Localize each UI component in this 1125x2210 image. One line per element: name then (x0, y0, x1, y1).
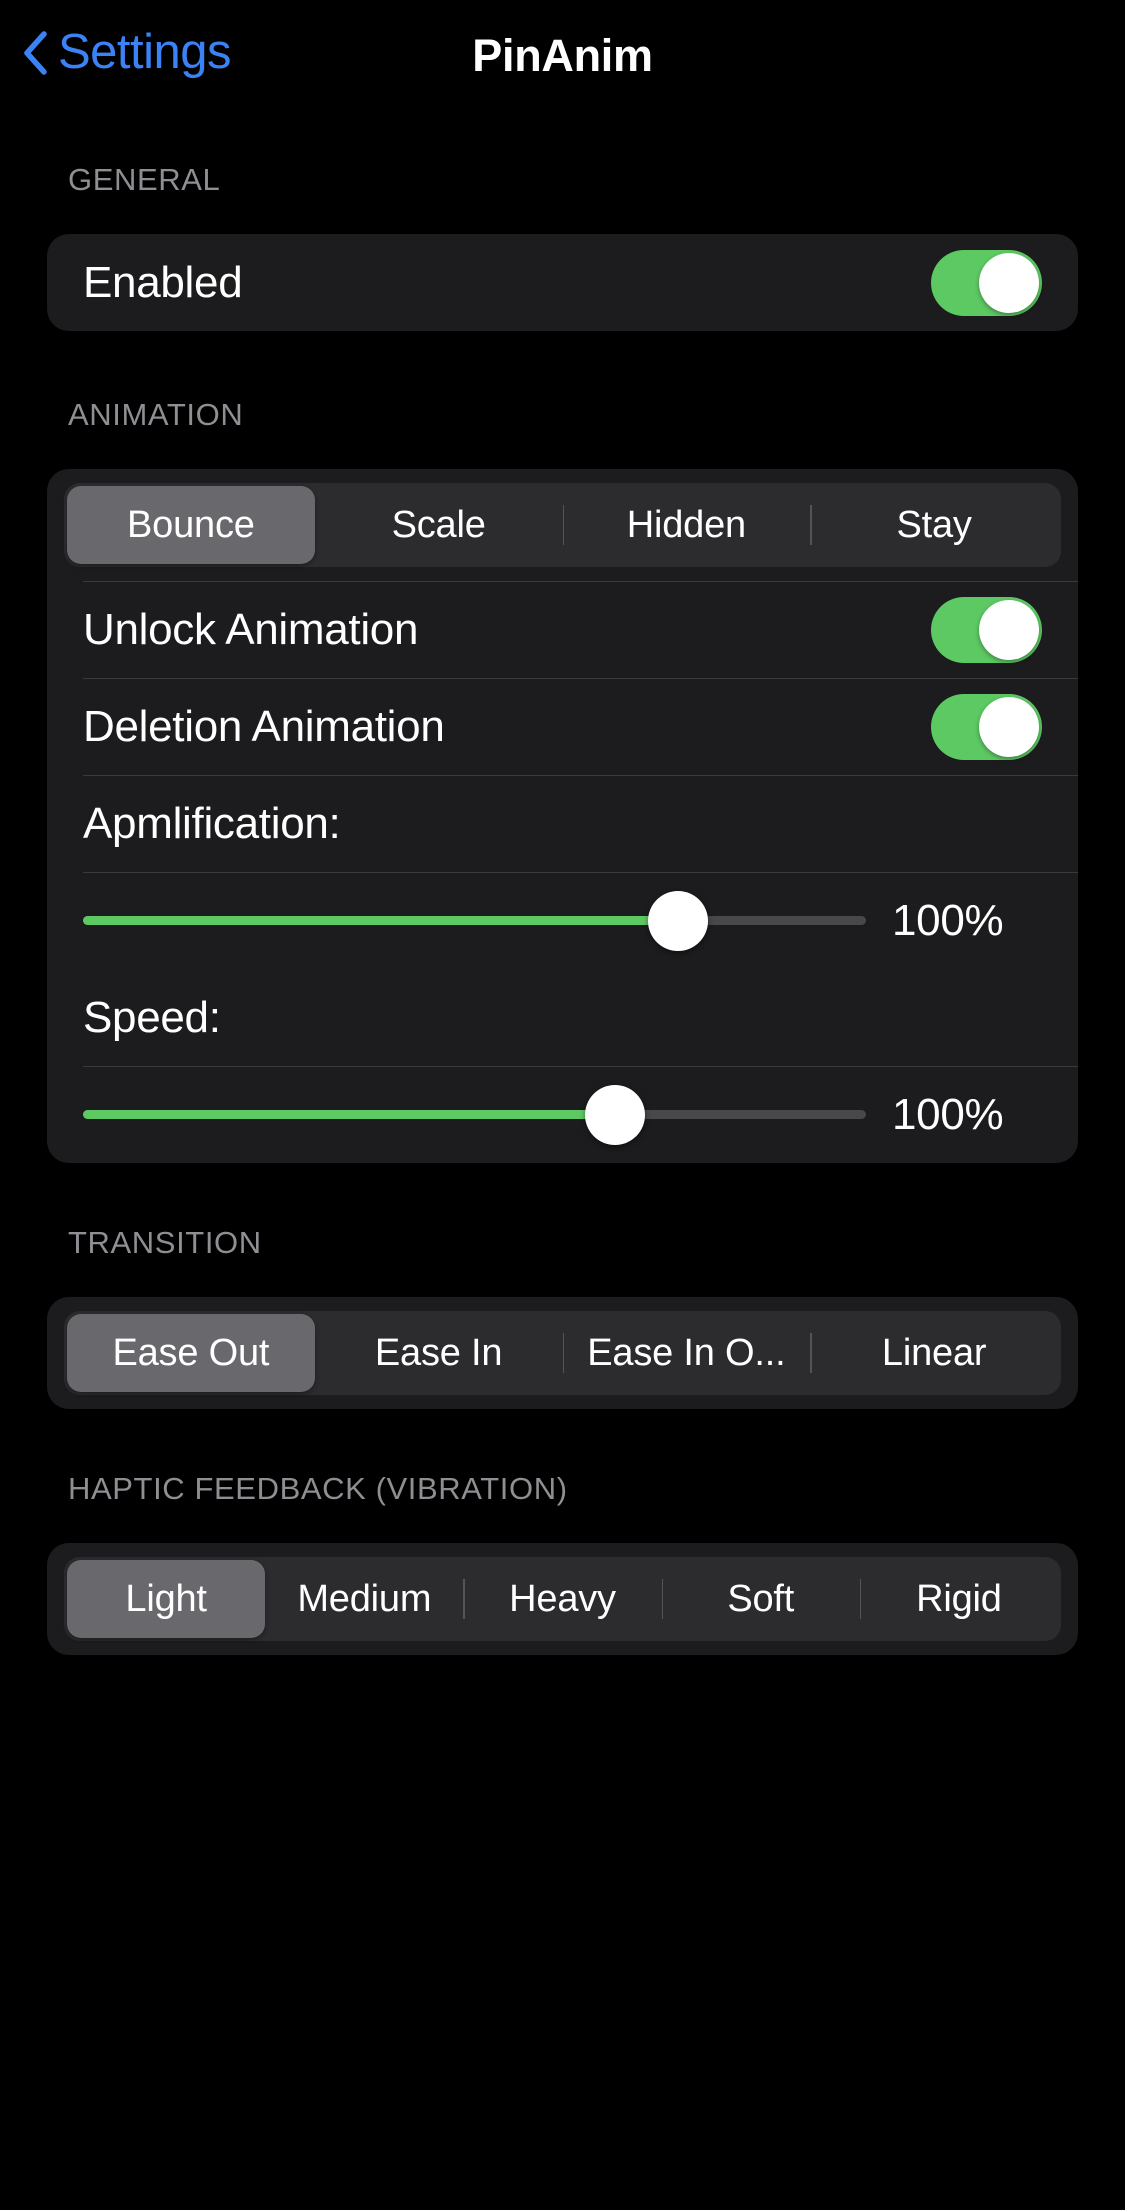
segment-divider (810, 1333, 812, 1373)
slider-amplification[interactable] (83, 890, 866, 951)
general-card: Enabled (47, 234, 1078, 331)
segment-label: Ease Out (112, 1331, 270, 1374)
transition-segmented-control[interactable]: Ease Out Ease In Ease In O... Linear (64, 1311, 1061, 1395)
animation-style-segmented-control[interactable]: Bounce Scale Hidden Stay (64, 483, 1061, 567)
toggle-enabled[interactable] (931, 249, 1042, 316)
segment-medium[interactable]: Medium (265, 1560, 463, 1638)
segment-label: Hidden (626, 503, 746, 546)
page-title: PinAnim (472, 30, 653, 81)
segment-heavy[interactable]: Heavy (463, 1560, 661, 1638)
segment-divider (859, 1579, 862, 1619)
haptic-card: Light Medium Heavy Soft Rigid (47, 1543, 1078, 1655)
slider-track-fill (83, 916, 679, 925)
transition-card: Ease Out Ease In Ease In O... Linear (47, 1297, 1078, 1409)
segment-ease-out[interactable]: Ease Out (67, 1314, 315, 1392)
animation-card: Bounce Scale Hidden Stay Unlock Animatio… (47, 469, 1078, 1163)
segment-label: Rigid (916, 1577, 1002, 1620)
segment-label: Scale (391, 503, 486, 546)
row-label-enabled: Enabled (83, 257, 243, 307)
slider-value-amplification: 100% (892, 895, 1004, 945)
transition-segmented-wrap: Ease Out Ease In Ease In O... Linear (47, 1297, 1078, 1409)
row-label-speed: Speed: (83, 992, 221, 1042)
row-label-amplification: Apmlification: (83, 798, 341, 848)
segment-divider (810, 505, 812, 545)
section-header-haptic: HAPTIC FEEDBACK (VIBRATION) (68, 1471, 568, 1506)
slider-thumb[interactable] (585, 1084, 646, 1145)
segment-rigid[interactable]: Rigid (859, 1560, 1058, 1638)
segment-divider (661, 1579, 664, 1619)
segment-label: Soft (727, 1577, 795, 1620)
toggle-knob (979, 252, 1039, 313)
segment-stay[interactable]: Stay (810, 486, 1058, 564)
segment-hidden[interactable]: Hidden (562, 486, 811, 564)
slider-value-speed: 100% (892, 1089, 1004, 1139)
haptic-segmented-wrap: Light Medium Heavy Soft Rigid (47, 1543, 1078, 1655)
segment-ease-in-out[interactable]: Ease In O... (562, 1314, 811, 1392)
segment-label: Bounce (127, 503, 255, 546)
segment-linear[interactable]: Linear (810, 1314, 1058, 1392)
segment-scale[interactable]: Scale (315, 486, 563, 564)
section-header-animation: ANIMATION (68, 397, 244, 432)
segment-label: Linear (881, 1331, 987, 1374)
segment-divider (463, 1579, 465, 1619)
toggle-deletion-animation[interactable] (931, 693, 1042, 760)
settings-content: GENERAL Enabled ANIMATION Bounce Scale H… (0, 118, 1125, 1655)
settings-screen: Settings PinAnim GENERAL Enabled ANIMATI… (0, 0, 1125, 2210)
slider-thumb[interactable] (648, 890, 709, 951)
toggle-knob (979, 696, 1039, 757)
navigation-bar: Settings PinAnim (0, 0, 1125, 118)
section-header-general: GENERAL (68, 162, 221, 197)
segment-label: Heavy (509, 1577, 616, 1620)
slider-track-fill (83, 1110, 616, 1119)
segment-light[interactable]: Light (67, 1560, 266, 1638)
row-speed-slider: 100% (47, 1066, 1078, 1163)
segment-label: Ease In (374, 1331, 503, 1374)
slider-speed[interactable] (83, 1084, 866, 1145)
toggle-knob (979, 599, 1039, 660)
row-amplification-slider: 100% (47, 872, 1078, 969)
segment-soft[interactable]: Soft (661, 1560, 860, 1638)
row-amplification-label: Apmlification: (47, 775, 1078, 872)
segment-ease-in[interactable]: Ease In (315, 1314, 563, 1392)
animation-style-segmented-wrap: Bounce Scale Hidden Stay (47, 469, 1078, 581)
segment-label: Ease In O... (587, 1331, 786, 1374)
row-label-unlock-animation: Unlock Animation (83, 604, 419, 654)
haptic-segmented-control[interactable]: Light Medium Heavy Soft Rigid (64, 1557, 1061, 1641)
segment-divider (562, 505, 564, 545)
row-deletion-animation[interactable]: Deletion Animation (47, 678, 1078, 775)
segment-bounce[interactable]: Bounce (67, 486, 315, 564)
row-speed-label: Speed: (47, 969, 1078, 1066)
row-enabled[interactable]: Enabled (47, 234, 1078, 331)
segment-label: Stay (896, 503, 972, 546)
toggle-unlock-animation[interactable] (931, 596, 1042, 663)
row-label-deletion-animation: Deletion Animation (83, 701, 445, 751)
segment-divider (562, 1333, 564, 1373)
segment-label: Light (125, 1577, 207, 1620)
section-header-transition: TRANSITION (68, 1225, 262, 1260)
segment-label: Medium (297, 1577, 432, 1620)
row-unlock-animation[interactable]: Unlock Animation (47, 581, 1078, 678)
